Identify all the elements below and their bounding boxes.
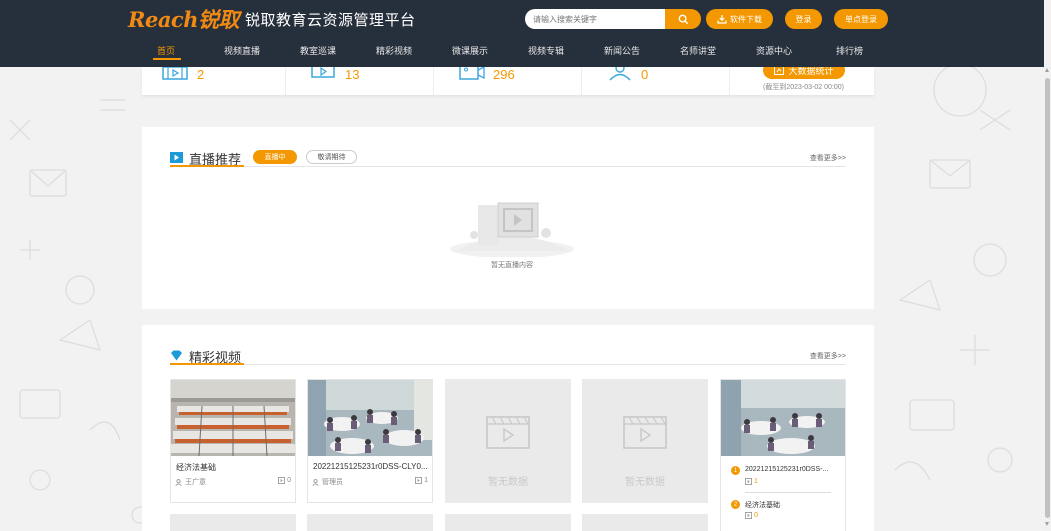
rank-item-title: 经济法基础 bbox=[745, 502, 780, 509]
stat-divider bbox=[433, 67, 434, 95]
stat-divider bbox=[729, 67, 730, 95]
diamond-icon bbox=[171, 350, 182, 361]
section-title-underline bbox=[170, 363, 244, 365]
scrollbar-thumb[interactable] bbox=[1045, 78, 1050, 518]
rank-item-count-value: 1 bbox=[754, 478, 758, 485]
empty-video-card: 暂无数据 bbox=[582, 379, 708, 503]
video-title: 20221215125231r0DSS-CLY0... bbox=[313, 462, 428, 471]
empty-video-card bbox=[307, 514, 433, 531]
nav-item-rankings[interactable]: 排行榜 bbox=[836, 44, 863, 57]
tab-coming-soon[interactable]: 敬请期待 bbox=[306, 150, 357, 164]
empty-video-card bbox=[582, 514, 708, 531]
ranking-thumbnail[interactable] bbox=[721, 380, 845, 456]
video-section-header: 精彩视频 查看更多>> bbox=[170, 347, 846, 365]
stats-strip: 2 13 296 0 大数据统计 (截至到2023-03-02 00:00) bbox=[142, 61, 874, 95]
video-count-icon bbox=[745, 478, 752, 485]
video-placeholder-icon bbox=[486, 416, 530, 449]
nav-item-resource-center[interactable]: 资源中心 bbox=[756, 44, 792, 57]
page-scrollbar[interactable] bbox=[1044, 0, 1051, 531]
video-author: 管理员 bbox=[312, 477, 343, 487]
stat-value-3: 296 bbox=[493, 67, 515, 82]
software-download-button[interactable]: 软件下载 bbox=[706, 9, 773, 29]
rank-item-count-value: 0 bbox=[754, 512, 758, 519]
stat-value-4: 0 bbox=[641, 67, 649, 82]
live-play-icon bbox=[170, 152, 183, 163]
featured-videos-section: 精彩视频 查看更多>> 经济法基础 王广意 0 20221215125231r0… bbox=[142, 325, 874, 531]
empty-video-card: 暂无数据 bbox=[445, 379, 571, 503]
video-count: 1 bbox=[415, 477, 428, 484]
search-button[interactable] bbox=[665, 9, 701, 29]
stat-value-1: 2 bbox=[197, 67, 205, 82]
logo[interactable]: Reach锐取 锐取教育云资源管理平台 bbox=[128, 6, 416, 32]
user-icon bbox=[312, 478, 319, 486]
empty-video-card bbox=[170, 514, 296, 531]
section-title-underline bbox=[170, 165, 244, 167]
video-thumbnail bbox=[308, 380, 432, 456]
scroll-down-arrow-icon[interactable] bbox=[1045, 522, 1049, 526]
nav-item-live[interactable]: 视频直播 bbox=[224, 44, 260, 57]
video-count-icon bbox=[415, 477, 423, 484]
nav-item-famous-teachers[interactable]: 名师讲堂 bbox=[680, 44, 716, 57]
login-button[interactable]: 登录 bbox=[785, 9, 822, 29]
top-header: Reach锐取 锐取教育云资源管理平台 软件下载 登录 单点登录 首页 视频直播… bbox=[0, 0, 1044, 67]
video-count-value: 0 bbox=[287, 477, 291, 484]
nav-active-indicator bbox=[153, 58, 181, 60]
live-recommend-section: 直播推荐 直播中 敬请期待 查看更多>> 暂无直播内容 bbox=[142, 127, 874, 309]
user-icon bbox=[175, 478, 182, 486]
search-icon bbox=[678, 14, 688, 24]
video-author-name: 管理员 bbox=[322, 479, 343, 486]
sso-login-button[interactable]: 单点登录 bbox=[834, 9, 888, 29]
video-count-icon bbox=[278, 477, 286, 484]
download-icon bbox=[717, 15, 727, 24]
video-author-name: 王广意 bbox=[185, 479, 206, 486]
rank-item-count: 0 bbox=[745, 512, 758, 519]
video-placeholder-icon bbox=[623, 416, 667, 449]
video-card[interactable]: 20221215125231r0DSS-CLY0... 管理员 1 bbox=[307, 379, 433, 503]
video-count-value: 1 bbox=[424, 477, 428, 484]
video-title: 经济法基础 bbox=[176, 463, 216, 472]
rank-number-badge: 2 bbox=[731, 500, 740, 509]
site-title: 锐取教育云资源管理平台 bbox=[244, 11, 416, 29]
nav-item-news[interactable]: 新闻公告 bbox=[604, 44, 640, 57]
nav-item-home[interactable]: 首页 bbox=[157, 44, 175, 57]
no-live-text: 暂无直播内容 bbox=[491, 262, 533, 269]
video-thumbnail bbox=[171, 380, 295, 456]
software-download-label: 软件下载 bbox=[730, 14, 762, 24]
nav-item-classroom-patrol[interactable]: 教室巡课 bbox=[300, 44, 336, 57]
live-view-more-link[interactable]: 查看更多>> bbox=[810, 153, 846, 163]
no-data-text: 暂无数据 bbox=[625, 477, 665, 488]
empty-video-card bbox=[445, 514, 571, 531]
no-live-illustration bbox=[450, 202, 574, 257]
login-label: 登录 bbox=[795, 14, 812, 24]
rank-number-badge: 1 bbox=[731, 466, 740, 475]
video-ranking-card: 1 20221215125231r0DSS-... 1 2 经济法基础 0 bbox=[720, 379, 846, 531]
video-view-more-link[interactable]: 查看更多>> bbox=[810, 351, 846, 361]
tab-live-now[interactable]: 直播中 bbox=[253, 150, 297, 164]
stat-value-2: 13 bbox=[345, 67, 360, 82]
video-count: 0 bbox=[278, 477, 291, 484]
scroll-up-arrow-icon[interactable] bbox=[1045, 68, 1049, 72]
ranking-divider bbox=[745, 492, 831, 493]
stat-divider bbox=[285, 67, 286, 95]
rank-item-count: 1 bbox=[745, 478, 758, 485]
video-count-icon bbox=[745, 512, 752, 519]
logo-mark: Reach锐取 bbox=[128, 7, 239, 32]
stat-divider bbox=[581, 67, 582, 95]
nav-item-featured-videos[interactable]: 精彩视频 bbox=[376, 44, 412, 57]
stats-cutoff-text: (截至到2023-03-02 00:00) bbox=[763, 84, 844, 91]
nav-item-micro-lessons[interactable]: 微课展示 bbox=[452, 44, 488, 57]
no-data-text: 暂无数据 bbox=[488, 477, 528, 488]
video-card[interactable]: 经济法基础 王广意 0 bbox=[170, 379, 296, 503]
live-section-header: 直播推荐 直播中 敬请期待 查看更多>> bbox=[170, 149, 846, 167]
sso-login-label: 单点登录 bbox=[845, 14, 877, 24]
search-input[interactable] bbox=[525, 9, 665, 29]
video-author: 王广意 bbox=[175, 477, 206, 487]
nav-item-video-albums[interactable]: 视频专辑 bbox=[528, 44, 564, 57]
rank-item-title: 20221215125231r0DSS-... bbox=[745, 466, 829, 473]
